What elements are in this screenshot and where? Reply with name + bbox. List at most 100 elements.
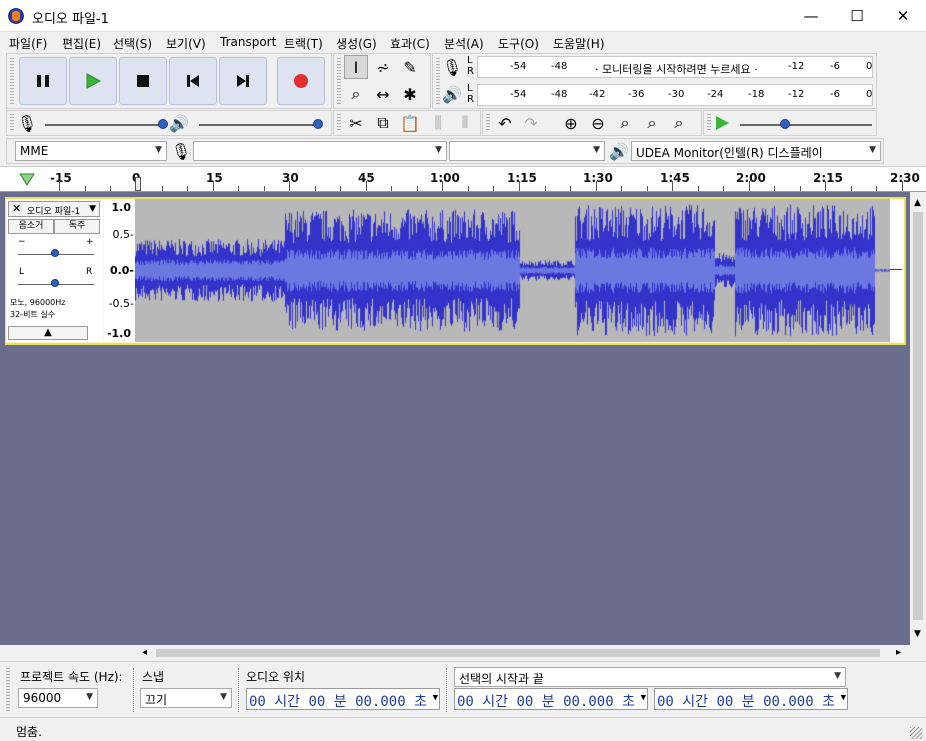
time-shift-tool-icon[interactable]: ↔	[371, 82, 395, 106]
toolbar-grip[interactable]	[486, 114, 490, 132]
microphone-icon[interactable]: 🎙	[440, 55, 464, 79]
fit-project-icon[interactable]: ⌕	[640, 111, 664, 135]
toolbar-grip[interactable]	[10, 58, 14, 104]
multi-tool-icon[interactable]: ✱	[398, 82, 422, 106]
menu-generate[interactable]: 생성(G)	[336, 35, 377, 52]
copy-icon[interactable]: ⧉	[371, 111, 395, 135]
record-button[interactable]	[277, 57, 325, 105]
close-button[interactable]: ✕	[880, 0, 926, 32]
cut-icon[interactable]: ✂	[344, 111, 368, 135]
amplitude-scale[interactable]: 1.0 0.5- 0.0- -0.5- -1.0	[104, 199, 135, 342]
zoom-in-icon[interactable]: ⊕	[559, 111, 583, 135]
trim-icon[interactable]: ⫼	[426, 111, 450, 135]
vertical-scroll-thumb[interactable]	[913, 212, 923, 620]
skip-start-button[interactable]	[169, 57, 217, 105]
gain-knob[interactable]	[51, 249, 59, 257]
playback-volume-knob[interactable]	[313, 119, 323, 129]
scroll-up-icon[interactable]: ▲	[914, 198, 921, 208]
record-volume-icon: 🎙	[16, 113, 38, 133]
mute-button[interactable]: 음소거	[8, 219, 54, 234]
timeline-options-icon[interactable]	[18, 171, 36, 190]
draw-tool-icon[interactable]: ✎	[398, 55, 422, 79]
paste-icon[interactable]: 📋	[398, 111, 422, 135]
speaker-icon[interactable]: 🔊	[440, 82, 464, 106]
track-name-bar[interactable]: ✕ 오디오 파일-1 ▼	[8, 201, 100, 217]
chevron-down-icon[interactable]: ▼	[841, 693, 846, 703]
menu-transport[interactable]: Transport	[220, 35, 276, 49]
menu-view[interactable]: 보기(V)	[166, 35, 206, 52]
solo-button[interactable]: 독주	[54, 219, 100, 234]
undo-icon[interactable]: ↶	[493, 111, 517, 135]
snap-select[interactable]: 끄기 ▼	[140, 688, 232, 708]
chevron-down-icon[interactable]: ▼	[433, 693, 438, 703]
menu-select[interactable]: 선택(S)	[113, 35, 152, 52]
record-volume-slider[interactable]	[45, 124, 163, 126]
playback-volume-slider[interactable]	[199, 124, 317, 126]
track-name: 오디오 파일-1	[27, 207, 81, 217]
selection-mode-select[interactable]: 선택의 시작과 끝 ▼	[454, 667, 846, 687]
playback-meter[interactable]: -54 -48 -42 -36 -30 -24 -18 -12 -6 0	[477, 84, 873, 106]
redo-icon[interactable]: ↷	[519, 111, 543, 135]
transport-toolbar	[6, 53, 332, 109]
ruler-tick	[698, 186, 699, 191]
track-close-icon[interactable]: ✕	[12, 202, 21, 215]
silence-icon[interactable]: ⫴	[453, 111, 477, 135]
chevron-down-icon[interactable]: ▼	[641, 693, 646, 703]
audio-position-field[interactable]: 00 시간 00 분 00.000 초 ▼	[246, 688, 440, 710]
selection-start-field[interactable]: 00 시간 00 분 00.000 초 ▼	[454, 688, 648, 710]
stop-button[interactable]	[119, 57, 167, 105]
fit-selection-icon[interactable]: ⌕	[613, 111, 637, 135]
menu-help[interactable]: 도움말(H)	[553, 35, 605, 52]
maximize-button[interactable]: ☐	[834, 0, 880, 32]
pan-knob[interactable]	[51, 279, 59, 287]
recording-device-select[interactable]: ▼	[193, 141, 447, 161]
waveform-view[interactable]	[135, 199, 890, 342]
play-at-speed-button[interactable]	[710, 111, 734, 135]
ruler-tick	[315, 186, 316, 191]
track-sample-info: 32-비트 실수	[10, 310, 56, 319]
menu-analyze[interactable]: 분석(A)	[444, 35, 484, 52]
play-button[interactable]	[69, 57, 117, 105]
menu-tools[interactable]: 도구(O)	[498, 35, 539, 52]
scroll-left-icon[interactable]: ◂	[142, 647, 147, 658]
menu-tracks[interactable]: 트랙(T)	[284, 35, 323, 52]
selection-end-field[interactable]: 00 시간 00 분 00.000 초 ▼	[654, 688, 848, 710]
play-tick: -54	[510, 89, 527, 100]
toolbar-grip[interactable]	[6, 668, 10, 712]
zoom-tool-icon[interactable]: ⌕	[344, 82, 368, 106]
envelope-tool-icon[interactable]: ⩫	[371, 55, 395, 79]
zoom-out-icon[interactable]: ⊖	[586, 111, 610, 135]
project-rate-select[interactable]: 96000 ▼	[18, 688, 98, 708]
toolbar-grip[interactable]	[337, 114, 341, 132]
skip-end-button[interactable]	[219, 57, 267, 105]
zoom-toggle-icon[interactable]: ⌕	[667, 111, 691, 135]
meter-toolbar: 🎙 L R -54 -48 · 모니터링을 시작하려면 누르세요 · -12 -…	[432, 53, 877, 109]
selection-tool-icon[interactable]: Ι	[344, 55, 368, 79]
speed-knob[interactable]	[780, 119, 790, 129]
minimize-button[interactable]: —	[788, 0, 834, 32]
resize-grip-icon[interactable]	[910, 727, 922, 739]
playback-device-select[interactable]: UDEA Monitor(인텔(R) 디스플레이 ▼	[631, 141, 881, 161]
divider	[446, 668, 447, 712]
speed-slider[interactable]	[740, 124, 872, 126]
timeline-ruler[interactable]: -15 0 15 30 45 1:00 1:15 1:30 1:45 2:00 …	[0, 166, 926, 192]
scroll-down-icon[interactable]: ▼	[914, 629, 921, 639]
scroll-right-icon[interactable]: ▸	[896, 647, 901, 658]
record-meter[interactable]: -54 -48 · 모니터링을 시작하려면 누르세요 · -12 -6 0	[477, 56, 873, 78]
selection-toolbar: 프로젝트 속도 (Hz): 96000 ▼ 스냅 끄기 ▼ 오디오 위치 00 시간…	[0, 661, 926, 717]
audio-host-select[interactable]: MME ▼	[15, 141, 167, 161]
collapse-track-button[interactable]: ▲	[8, 326, 88, 340]
chevron-down-icon: ▼	[593, 145, 600, 155]
horizontal-scroll-thumb[interactable]	[156, 649, 880, 657]
horizontal-scrollbar[interactable]: ◂ ▸	[0, 645, 926, 661]
recording-channels-select[interactable]: ▼	[449, 141, 605, 161]
pause-button[interactable]	[19, 57, 67, 105]
menu-effect[interactable]: 효과(C)	[390, 35, 430, 52]
menu-edit[interactable]: 편집(E)	[62, 35, 101, 52]
menu-file[interactable]: 파일(F)	[9, 35, 47, 52]
vertical-scrollbar[interactable]: ▲ ▼	[910, 192, 926, 645]
track-menu-chevron-icon[interactable]: ▼	[89, 204, 96, 214]
toolbar-grip[interactable]	[337, 58, 341, 104]
playhead-marker-icon[interactable]	[135, 177, 141, 191]
toolbar-grip[interactable]	[10, 114, 14, 132]
